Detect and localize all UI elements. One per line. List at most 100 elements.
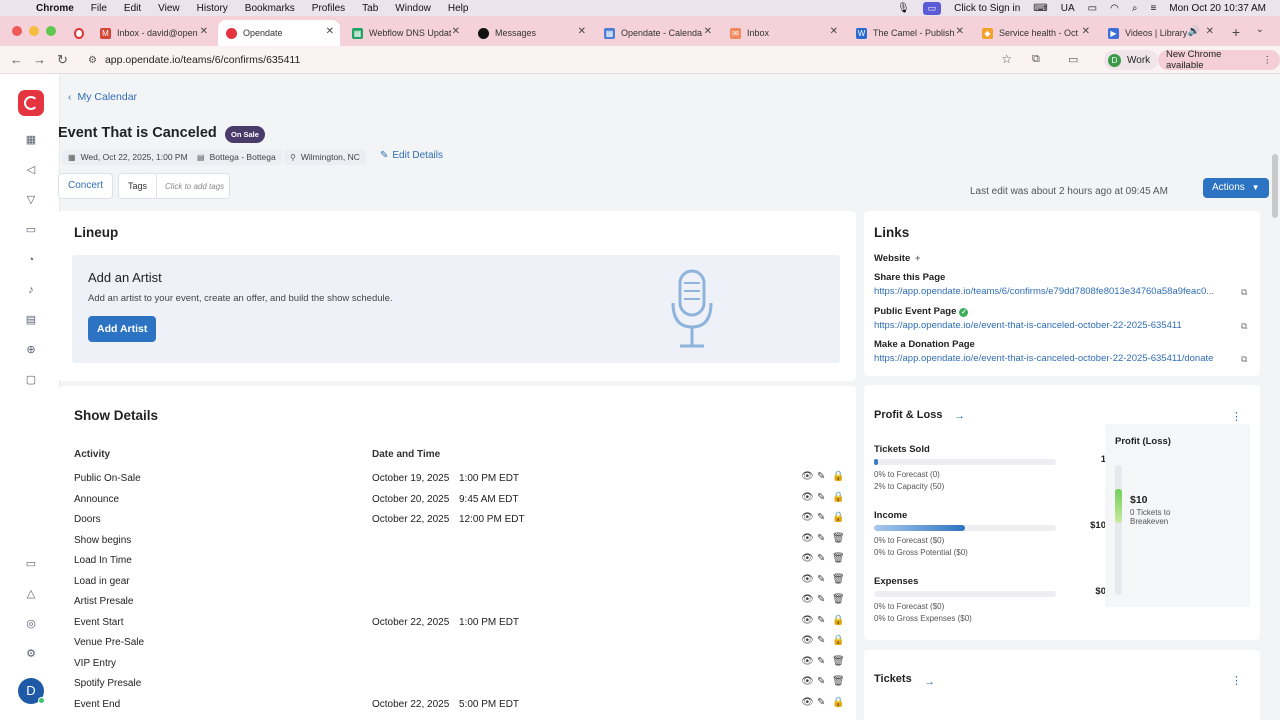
help-icon[interactable]: ◎ (24, 617, 38, 631)
tab-the-camel[interactable]: W The Camel - Publish ✕ (848, 20, 970, 46)
tab-service-health[interactable]: ◆ Service health - Oct ✕ (974, 20, 1096, 46)
menu-history[interactable]: History (197, 3, 228, 14)
menu-tab[interactable]: Tab (362, 3, 378, 14)
copy-icon[interactable]: ⧉ (1241, 321, 1247, 332)
filter-icon[interactable]: ▽ (24, 193, 38, 207)
pencil-icon[interactable]: ✎ (817, 594, 825, 605)
eye-icon[interactable]: 👁 (801, 553, 814, 564)
extensions-icon[interactable]: ⧉ (1032, 53, 1040, 66)
tab-videos-library[interactable]: ▶ Videos | Library 🔊 ✕ (1100, 20, 1220, 46)
trash-icon[interactable]: 🗑 (832, 533, 845, 544)
url-text[interactable]: app.opendate.io/teams/6/confirms/635411 (105, 54, 300, 66)
donation-page-url[interactable]: https://app.opendate.io/e/event-that-is-… (874, 353, 1230, 364)
pencil-icon[interactable]: ✎ (817, 492, 825, 503)
input-source[interactable]: UA (1061, 3, 1075, 14)
chat-icon[interactable]: ▢ (24, 373, 38, 387)
event-type-tag[interactable]: Concert (58, 173, 114, 199)
tab-inbox[interactable]: ✉ Inbox ✕ (722, 20, 844, 46)
tab-messages[interactable]: Messages ✕ (470, 20, 592, 46)
trash-icon[interactable]: 🗑 (832, 656, 845, 667)
gear-icon[interactable]: ⚙ (24, 647, 38, 661)
eye-icon[interactable]: 👁 (801, 512, 814, 523)
close-icon[interactable]: ✕ (578, 26, 586, 37)
plus-icon[interactable]: + (915, 253, 921, 264)
tab-search-icon[interactable]: ⌄ (1256, 24, 1264, 35)
wifi-icon[interactable]: ◠ (1110, 3, 1119, 14)
microphone-icon[interactable]: 🎙 (897, 3, 910, 14)
public-event-url[interactable]: https://app.opendate.io/e/event-that-is-… (874, 320, 1230, 331)
arrow-right-icon[interactable]: → (954, 410, 965, 422)
menu-file[interactable]: File (91, 3, 107, 14)
bookmark-star-icon[interactable]: ☆ (1001, 52, 1012, 66)
reload-icon[interactable]: ↻ (57, 52, 68, 68)
eye-icon[interactable]: 👁 (801, 697, 814, 708)
menu-view[interactable]: View (158, 3, 180, 14)
menu-bookmarks[interactable]: Bookmarks (245, 3, 295, 14)
side-panel-icon[interactable]: ▭ (1068, 53, 1078, 66)
close-icon[interactable]: ✕ (704, 26, 712, 37)
pinned-tab[interactable] (66, 20, 90, 46)
pencil-icon[interactable]: ✎ (817, 574, 825, 585)
download-icon[interactable]: ⊕ (24, 343, 38, 357)
more-options-icon[interactable]: ⋮ (1231, 410, 1242, 423)
control-center-icon[interactable]: ≡ (1150, 3, 1156, 14)
chart-icon[interactable]: ◔ (24, 253, 38, 267)
eye-icon[interactable]: 👁 (801, 676, 814, 687)
share-page-url[interactable]: https://app.opendate.io/teams/6/confirms… (874, 286, 1230, 297)
tags-field[interactable]: Tags Click to add tags (118, 173, 230, 199)
sign-in-status[interactable]: Click to Sign in (954, 3, 1020, 14)
forward-icon[interactable]: → (33, 52, 46, 67)
opendate-logo[interactable] (18, 90, 44, 116)
pencil-icon[interactable]: ✎ (817, 656, 825, 667)
eye-icon[interactable]: 👁 (801, 574, 814, 585)
venue-icon[interactable]: ▤ (24, 313, 38, 327)
bell-icon[interactable]: △ (24, 587, 38, 601)
new-tab-button[interactable]: + (1232, 24, 1240, 40)
trash-icon[interactable]: 🗑 (832, 553, 845, 564)
trash-icon[interactable]: 🗑 (832, 594, 845, 605)
folder-icon[interactable]: ▭ (24, 223, 38, 237)
tags-placeholder[interactable]: Click to add tags (157, 182, 224, 191)
tab-inbox-gmail[interactable]: M Inbox - david@open ✕ (92, 20, 214, 46)
site-info-icon[interactable]: ⚙ (88, 55, 97, 66)
pencil-icon[interactable]: ✎ (817, 553, 825, 564)
close-window-button[interactable] (12, 26, 22, 36)
menu-edit[interactable]: Edit (124, 3, 141, 14)
minimize-window-button[interactable] (29, 26, 39, 36)
copy-icon[interactable]: ⧉ (1241, 354, 1247, 365)
menu-window[interactable]: Window (395, 3, 431, 14)
website-label[interactable]: Website + (874, 253, 920, 264)
user-avatar[interactable]: D (18, 678, 45, 704)
speaker-icon[interactable]: 🔊 (1188, 26, 1200, 37)
more-options-icon[interactable]: ⋮ (1231, 674, 1242, 687)
close-icon[interactable]: ✕ (1082, 26, 1090, 37)
copy-icon[interactable]: ⧉ (1241, 287, 1247, 298)
search-icon[interactable]: ⌕ (1132, 3, 1138, 14)
inbox-icon[interactable]: ▭ (24, 557, 38, 571)
trash-icon[interactable]: 🗑 (832, 676, 845, 687)
zoom-window-button[interactable] (46, 26, 56, 36)
close-icon[interactable]: ✕ (956, 26, 964, 37)
add-artist-button[interactable]: Add Artist (88, 316, 157, 342)
eye-icon[interactable]: 👁 (801, 635, 814, 646)
close-icon[interactable]: ✕ (452, 26, 460, 37)
profile-button[interactable]: D Work (1104, 50, 1159, 70)
tab-opendate[interactable]: Opendate ✕ (218, 20, 340, 46)
pencil-icon[interactable]: ✎ (817, 512, 825, 523)
megaphone-icon[interactable]: ◁ (24, 163, 38, 177)
pencil-icon[interactable]: ✎ (817, 615, 825, 626)
tab-webflow[interactable]: ▦ Webflow DNS Updat ✕ (344, 20, 466, 46)
close-icon[interactable]: ✕ (1206, 26, 1214, 37)
back-icon[interactable]: ← (10, 52, 23, 67)
new-chrome-button[interactable]: New Chrome available ⋮ (1158, 49, 1280, 71)
arrow-right-icon[interactable]: → (924, 676, 935, 688)
eye-icon[interactable]: 👁 (801, 594, 814, 605)
pencil-icon[interactable]: ✎ (817, 635, 825, 646)
battery-icon[interactable]: ▭ (1088, 3, 1097, 14)
eye-icon[interactable]: 👁 (801, 656, 814, 667)
pencil-icon[interactable]: ✎ (817, 697, 825, 708)
actions-button[interactable]: Actions ▼ (1203, 178, 1269, 198)
trash-icon[interactable]: 🗑 (832, 574, 845, 585)
pencil-icon[interactable]: ✎ (817, 676, 825, 687)
microphone-icon[interactable]: ♪ (24, 283, 38, 297)
